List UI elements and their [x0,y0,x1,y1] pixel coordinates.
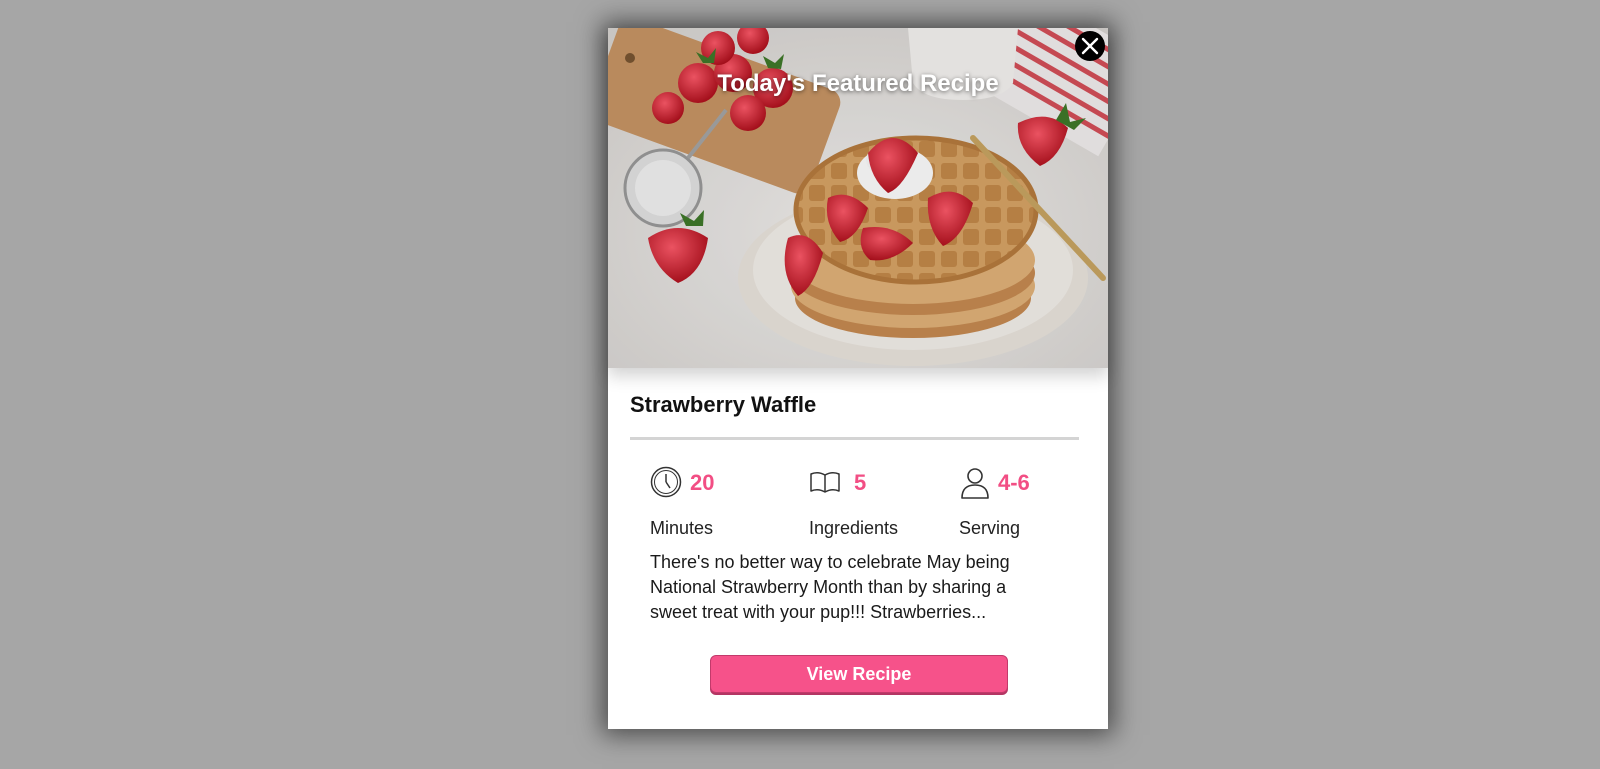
time-label: Minutes [650,518,714,538]
hero-title: Today's Featured Recipe [717,70,999,97]
time-value: 20 [690,470,715,495]
book-icon [810,471,840,493]
serving-value: 4-6 [998,470,1030,495]
view-recipe-button[interactable]: View Recipe [710,655,1008,693]
ingredients-label: Ingredients [809,518,899,538]
recipe-description: There's no better way to celebrate May b… [650,552,1010,622]
person-icon [961,468,989,499]
close-button[interactable] [1075,31,1105,61]
clock-icon [650,466,682,498]
featured-recipe-modal: Today's Featured Recipe Strawberry Waffl… [608,28,1108,729]
recipe-title: Strawberry Waffle [630,392,817,417]
divider [630,437,1079,440]
recipe-hero-image: Today's Featured Recipe [608,28,1108,368]
ingredients-value: 5 [854,470,867,495]
close-icon [1081,37,1099,55]
serving-label: Serving [959,518,1021,538]
